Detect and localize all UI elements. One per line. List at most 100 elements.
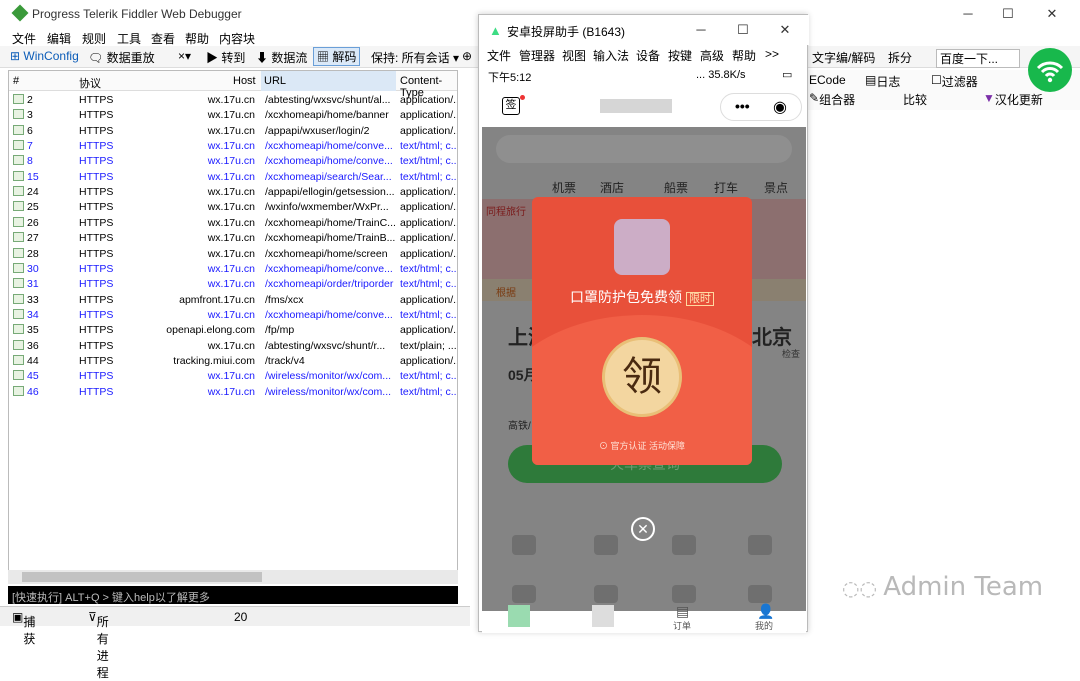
table-row[interactable]: 2 HTTPS wx.17u.cn/abtesting/wxsvc/shunt/al…: [9, 93, 457, 108]
col-url[interactable]: URL: [261, 71, 396, 91]
table-row[interactable]: 44 HTTPS tracking.miui.com/track/v4 applica…: [9, 354, 457, 369]
more-icon[interactable]: •••: [735, 98, 750, 114]
quickexec-bar[interactable]: [快速执行] ALT+Q > 键入help以了解更多: [8, 586, 458, 604]
service-icon[interactable]: [748, 585, 772, 603]
decode-button[interactable]: ▦ 解码: [313, 47, 361, 66]
menu-view[interactable]: 查看: [151, 30, 175, 47]
tab-taxi[interactable]: 打车: [714, 179, 738, 196]
text-encode-button[interactable]: 文字编/解码: [812, 49, 875, 66]
table-row[interactable]: 46 HTTPS wx.17u.cn/wireless/monitor/wx/com…: [9, 385, 457, 400]
col-protocol[interactable]: 协议: [79, 75, 101, 91]
service-icon[interactable]: [594, 535, 618, 555]
phone-menu-view[interactable]: 视图: [562, 47, 586, 64]
table-row[interactable]: 30 HTTPS wx.17u.cn/xcxhomeapi/home/conve..…: [9, 262, 457, 277]
table-row[interactable]: 33 HTTPS apmfront.17u.cn/fms/xcx applicatio…: [9, 293, 457, 308]
phone-mirror-window: ▲ 安卓投屏助手 (B1643) ─ ☐ ✕ 文件 管理器 视图 输入法 设备 …: [478, 14, 809, 633]
table-row[interactable]: 6 HTTPS wx.17u.cn/appapi/wxuser/login/2 app…: [9, 124, 457, 139]
col-num[interactable]: #: [13, 75, 19, 87]
search-bar[interactable]: [496, 135, 792, 163]
service-icon[interactable]: [672, 535, 696, 555]
go-button[interactable]: ▶ 转到: [206, 49, 245, 66]
menu-rules[interactable]: 规则: [82, 30, 106, 47]
rail-option[interactable]: 高铁/: [508, 417, 531, 432]
remove-button[interactable]: ×▾: [178, 49, 191, 63]
table-row[interactable]: 31 HTTPS wx.17u.cn/xcxhomeapi/order/tripor…: [9, 277, 457, 292]
tab-mine[interactable]: 我的: [755, 619, 773, 632]
phone-menu-ime[interactable]: 输入法: [593, 47, 629, 64]
service-icon[interactable]: [512, 585, 536, 603]
service-icon[interactable]: [594, 585, 618, 603]
maximize-icon[interactable]: ☐: [998, 4, 1018, 24]
sessions-list[interactable]: # 协议 Host URL Content-Type 2 HTTPS wx.17u.…: [8, 70, 458, 580]
table-row[interactable]: 15 HTTPS wx.17u.cn/xcxhomeapi/search/Sear.…: [9, 170, 457, 185]
orders-icon[interactable]: ▤: [676, 603, 689, 620]
profile-icon[interactable]: 👤: [757, 603, 774, 620]
tab-ecode[interactable]: ECode: [809, 73, 846, 87]
table-row[interactable]: 24 HTTPS wx.17u.cn/appapi/ellogin/getsessi…: [9, 185, 457, 200]
split-button[interactable]: 拆分: [888, 49, 912, 66]
tab-filters[interactable]: ☐ 过滤器: [931, 73, 978, 89]
menu-contentblock[interactable]: 内容块: [219, 30, 255, 47]
tab-log[interactable]: ▤ 日志: [865, 73, 900, 89]
winconfig-button[interactable]: ⊞ WinConfig: [10, 49, 79, 63]
table-row[interactable]: 3 HTTPS wx.17u.cn/xcxhomeapi/home/banner ap…: [9, 108, 457, 123]
replay-button[interactable]: 🗨 数据重放: [88, 49, 155, 66]
tab-icon[interactable]: [592, 605, 614, 627]
stream-button[interactable]: ⬇ 数据流: [256, 49, 307, 66]
tab-composer[interactable]: ✎ 组合器: [809, 91, 855, 107]
tab-localize[interactable]: ▼ 汉化更新: [983, 91, 1043, 107]
tab-hotel[interactable]: 酒店: [600, 179, 624, 196]
table-row[interactable]: 36 HTTPS wx.17u.cn/abtesting/wxsvc/shunt/r…: [9, 339, 457, 354]
phone-close-icon[interactable]: ✕: [775, 20, 795, 40]
phone-minimize-icon[interactable]: ─: [691, 20, 711, 40]
service-icon[interactable]: [512, 535, 536, 555]
col-host[interactable]: Host: [233, 75, 256, 87]
table-row[interactable]: 35 HTTPS openapi.elong.com/fp/mp applicatio…: [9, 323, 457, 338]
table-row[interactable]: 28 HTTPS wx.17u.cn/xcxhomeapi/home/screen a…: [9, 247, 457, 262]
service-icon[interactable]: [748, 535, 772, 555]
phone-menu-file[interactable]: 文件: [487, 47, 511, 64]
menu-edit[interactable]: 编辑: [47, 30, 71, 47]
phone-screen[interactable]: 下午5:12 ... 35.8K/s ▭ 签 ••• ◉ 机票 酒店 船票 打车…: [482, 65, 806, 633]
capture-toggle[interactable]: ▣ 捕获: [12, 610, 35, 646]
tab-orders[interactable]: 订单: [673, 619, 691, 632]
table-row[interactable]: 45 HTTPS wx.17u.cn/wireless/monitor/wx/com…: [9, 369, 457, 384]
sign-in-icon[interactable]: 签: [502, 97, 520, 115]
process-filter[interactable]: ⊽ 所有进程: [88, 610, 109, 680]
home-tab-icon[interactable]: [508, 605, 530, 627]
phone-maximize-icon[interactable]: ☐: [733, 20, 753, 40]
red-packet-popup[interactable]: 口罩防护包免费领 限时 领 ⊙ 官方认证 活动保障: [532, 197, 752, 465]
menu-tools[interactable]: 工具: [117, 30, 141, 47]
phone-menu-advanced[interactable]: 高级: [700, 47, 724, 64]
keep-sessions-dropdown[interactable]: 保持: 所有会话 ▾: [371, 49, 459, 66]
phone-menu-help[interactable]: 帮助: [732, 47, 756, 64]
phone-menu-keys[interactable]: 按键: [668, 47, 692, 64]
phone-menu-more[interactable]: >>: [765, 47, 779, 61]
table-row[interactable]: 27 HTTPS wx.17u.cn/xcxhomeapi/home/TrainB.…: [9, 231, 457, 246]
minimize-icon[interactable]: ─: [958, 4, 978, 24]
table-row[interactable]: 25 HTTPS wx.17u.cn/wxinfo/wxmember/WxPr...…: [9, 200, 457, 215]
to-city[interactable]: 北京: [752, 321, 792, 350]
baidu-search-input[interactable]: 百度一下...: [936, 49, 1020, 68]
tab-flight[interactable]: 机票: [552, 179, 576, 196]
menu-file[interactable]: 文件: [12, 30, 36, 47]
table-row[interactable]: 26 HTTPS wx.17u.cn/xcxhomeapi/home/TrainC.…: [9, 216, 457, 231]
table-row[interactable]: 7 HTTPS wx.17u.cn/xcxhomeapi/home/conve...…: [9, 139, 457, 154]
popup-close-icon[interactable]: ✕: [631, 517, 655, 541]
phone-menu-device[interactable]: 设备: [636, 47, 660, 64]
exit-icon[interactable]: ◉: [773, 97, 787, 117]
claim-button[interactable]: 领: [602, 337, 682, 417]
table-row[interactable]: 8 HTTPS wx.17u.cn/xcxhomeapi/home/conve...…: [9, 154, 457, 169]
service-icon[interactable]: [672, 585, 696, 603]
wifi-icon[interactable]: [1028, 48, 1072, 92]
close-icon[interactable]: ✕: [1042, 4, 1062, 24]
table-row[interactable]: 34 HTTPS wx.17u.cn/xcxhomeapi/home/conve..…: [9, 308, 457, 323]
target-icon[interactable]: ⊕: [462, 49, 472, 63]
tab-ship[interactable]: 船票: [664, 179, 688, 196]
phone-menu-manager[interactable]: 管理器: [519, 47, 555, 64]
menu-help[interactable]: 帮助: [185, 30, 209, 47]
tab-compare[interactable]: 比较: [903, 91, 927, 108]
capsule-menu[interactable]: ••• ◉: [720, 93, 802, 121]
horizontal-scrollbar[interactable]: [8, 570, 458, 584]
tab-scenic[interactable]: 景点: [764, 179, 788, 196]
